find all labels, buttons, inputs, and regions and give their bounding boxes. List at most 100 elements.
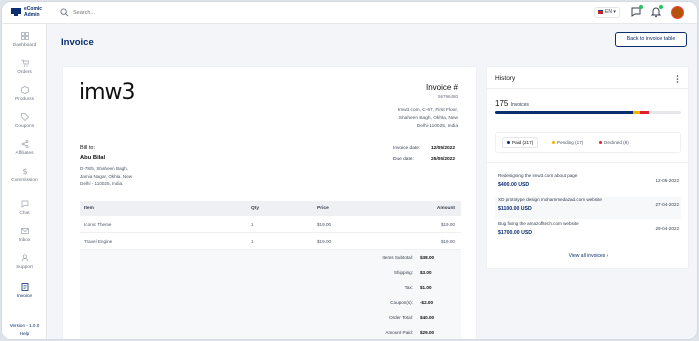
sidebar-item-dashboard[interactable]: Dashboard: [2, 32, 47, 58]
summary-label: Coupon(s):: [390, 300, 413, 305]
user-avatar[interactable]: [671, 6, 684, 19]
sidebar-item-inbox[interactable]: Inbox: [2, 227, 47, 253]
dollar-icon: $: [22, 167, 27, 175]
logo-text-line2: Admin: [24, 12, 40, 18]
bell-notification-dot: [659, 5, 663, 9]
app-window: eComic Admin EN ▾ Dashboard Orders Produ…: [1, 1, 698, 340]
summary-label: Tax:: [404, 285, 413, 290]
svg-text:$: $: [22, 167, 27, 175]
tab-pending[interactable]: Pending (17): [552, 140, 583, 145]
tab-label: Pending (17): [557, 140, 584, 145]
brand-logo: imw3: [79, 80, 136, 105]
sidebar-item-commission[interactable]: $ Commission: [2, 167, 47, 193]
history-card: History 175 Invoices Paid (217) Pending …: [486, 66, 690, 269]
sidebar-item-affiliates[interactable]: Affiliates: [2, 140, 47, 166]
sidebar-item-label: Inbox: [18, 238, 31, 243]
sidebar-item-label: Commission: [11, 178, 38, 183]
invoice-date-value: 12/05/2022: [431, 146, 456, 151]
logo-icon: [11, 8, 21, 16]
sidebar-item-chat[interactable]: Chat: [2, 200, 47, 226]
progress-paid: [495, 111, 633, 114]
dashboard-icon: [20, 32, 29, 40]
sidebar-item-invoice[interactable]: Invoice: [2, 283, 47, 309]
column-header-qty: Qty: [251, 206, 259, 211]
page-title: Invoice: [61, 37, 94, 48]
summary-value: $1.00: [420, 285, 432, 290]
tab-label: Paid (217): [512, 140, 534, 145]
cart-icon: [21, 59, 29, 67]
bill-to-name: Abu Bilal: [80, 155, 106, 161]
invoice-count-label: Invoices: [510, 102, 529, 108]
help-link[interactable]: Help: [2, 331, 47, 336]
history-item-amount: $1700.00 USD: [498, 230, 533, 236]
sidebar-item-label: Chat: [19, 211, 30, 216]
language-selector[interactable]: EN ▾: [594, 7, 620, 18]
more-options-icon[interactable]: [676, 75, 679, 83]
history-item-title: Redesigning the imw3.com about page: [498, 173, 578, 178]
box-icon: [20, 86, 29, 94]
summary-label: Order Total:: [389, 315, 413, 320]
invoice-title: Invoice #: [425, 83, 458, 92]
invoice-card: imw3 Invoice # 56796480 Imw3.com, C-67, …: [62, 66, 477, 339]
tab-paid[interactable]: Paid (217): [502, 137, 539, 148]
column-header-amount: Amount: [436, 206, 455, 211]
history-item[interactable]: XD prototype design mohammedazad.com web…: [495, 197, 681, 219]
history-item[interactable]: Redesigning the imw3.com about page $400…: [495, 173, 681, 195]
history-item[interactable]: Bug fixing the amazofltech.com website $…: [495, 221, 681, 243]
sidebar-item-label: Orders: [17, 70, 32, 75]
view-all-label: View all invoices: [568, 253, 606, 259]
history-item-date: 12-05-2022: [655, 178, 680, 183]
pending-dot-icon: [552, 141, 555, 145]
summary-row-amount-paid: Amount Paid: $29.00: [80, 325, 461, 339]
divider: [487, 88, 690, 89]
column-header-price: Price: [317, 206, 329, 211]
cell-qty: 1: [251, 222, 254, 227]
sidebar-item-label: Coupons: [14, 124, 35, 129]
tab-label: Declined (8): [604, 140, 629, 145]
sidebar-item-label: Dashboard: [12, 43, 37, 48]
table-header: Item Qty Price Amount: [80, 201, 461, 216]
sidebar-item-label: Invoice: [16, 294, 33, 299]
column-header-item: Item: [84, 206, 94, 211]
sidebar-item-products[interactable]: Products: [2, 86, 47, 112]
sidebar-item-support[interactable]: Support: [2, 254, 47, 280]
tag-icon: [20, 113, 29, 121]
sidebar-item-coupons[interactable]: Coupons: [2, 113, 47, 139]
sidebar-item-orders[interactable]: Orders: [2, 59, 47, 85]
invoice-count: 175 Invoices: [495, 99, 529, 108]
share-icon: [21, 140, 28, 148]
invoice-number: 56796480: [437, 94, 458, 99]
person-icon: [21, 254, 28, 262]
chat-icon: [21, 200, 28, 208]
app-logo[interactable]: eComic Admin: [11, 5, 51, 21]
history-title: History: [495, 75, 516, 82]
chat-notification-dot: [639, 5, 643, 9]
back-to-invoice-table-button[interactable]: Back to invoice table: [615, 32, 687, 47]
items-table: Item Qty Price Amount Iconic Theme 1 $19…: [80, 201, 461, 250]
tab-declined[interactable]: Declined (8): [599, 140, 629, 145]
search-icon: [60, 8, 69, 17]
bill-to-label: Bill to:: [80, 145, 95, 151]
company-address: Imw3.com, C-67, First Floor, Shaheen Bag…: [397, 108, 458, 129]
version-label: Version - 1.0.0: [9, 323, 40, 328]
summary-value: $3.00: [420, 270, 432, 275]
sidebar-item-label: Products: [15, 97, 34, 102]
view-all-invoices-link[interactable]: View all invoices ›: [487, 253, 690, 259]
table-row: Travel Engine 1 $19.00 $19.00: [80, 233, 461, 250]
search-input[interactable]: [73, 7, 253, 19]
chevron-right-icon: ›: [606, 253, 609, 259]
invoice-icon: [21, 283, 28, 291]
history-item-title: XD prototype design mohammedazad.com web…: [498, 197, 602, 202]
flag-icon: [598, 9, 603, 14]
sidebar-item-label: Affiliates: [15, 151, 34, 156]
invoice-summary: Items Subtotal: $38.00 Shipping: $3.00 Tax…: [80, 250, 461, 339]
progress-declined: [640, 111, 650, 114]
summary-label: Shipping:: [393, 270, 413, 275]
cell-qty: 1: [251, 239, 254, 244]
table-row: Iconic Theme 1 $19.00 $19.00: [80, 216, 461, 233]
cell-price: $19.00: [317, 222, 332, 227]
sidebar: Dashboard Orders Products Coupons Affili…: [2, 24, 47, 339]
summary-value: $38.00: [420, 255, 435, 260]
history-item-amount: $1100.00 USD: [498, 206, 532, 212]
history-item-amount: $400.00 USD: [498, 182, 530, 188]
